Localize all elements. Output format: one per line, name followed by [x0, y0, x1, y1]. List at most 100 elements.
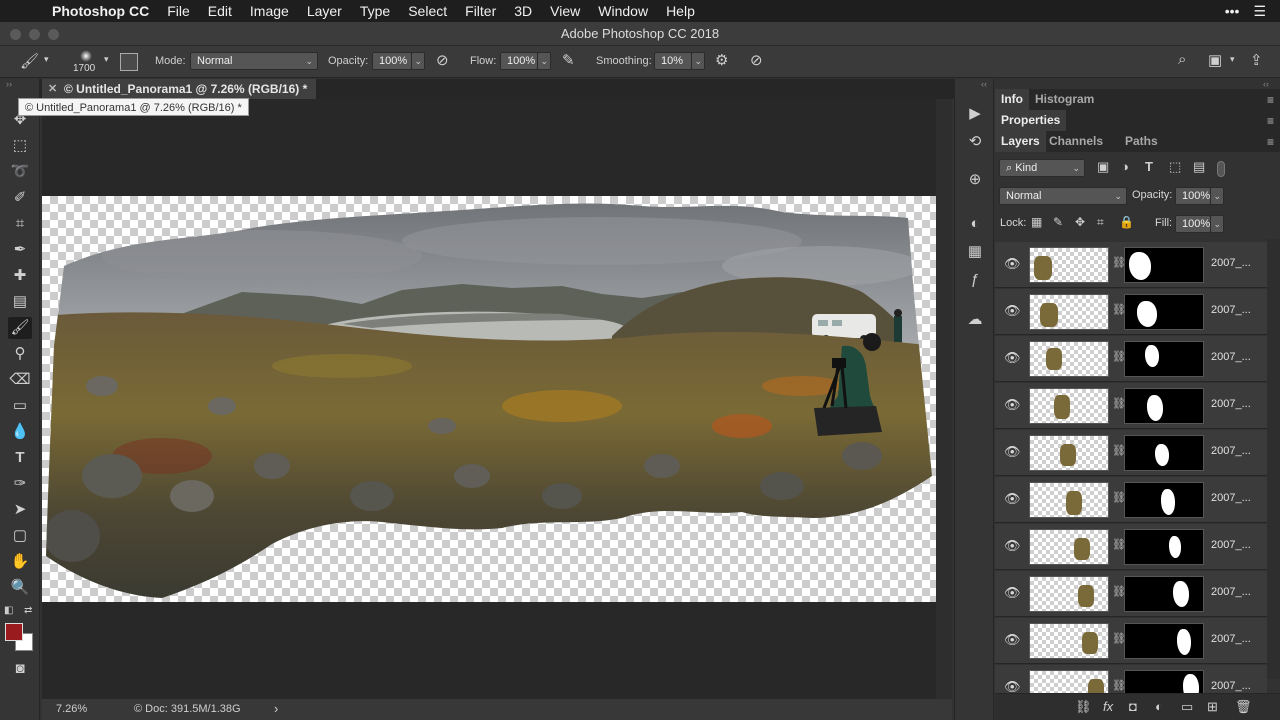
doc-size-info[interactable]: © Doc: 391.5M/1.38G	[134, 703, 241, 715]
opacity-input[interactable]: 100%	[372, 52, 412, 70]
visibility-eye-icon[interactable]: 👁	[1004, 397, 1021, 413]
layer-thumbnail[interactable]	[1029, 388, 1109, 424]
adjustment-layer-icon[interactable]: ◐	[1155, 699, 1163, 714]
smoothing-dropdown[interactable]: ⌄	[691, 52, 705, 70]
panel-menu-icon[interactable]: ≡	[1267, 135, 1274, 149]
airbrush-icon[interactable]: ✎	[562, 51, 575, 69]
quick-selection-tool-icon[interactable]: ✐	[8, 187, 32, 209]
layer-thumbnail[interactable]	[1029, 623, 1109, 659]
layer-blend-mode-select[interactable]: Normal ⌄	[999, 187, 1127, 205]
add-mask-icon[interactable]: ◘	[1129, 699, 1137, 714]
rectangle-tool-icon[interactable]: ▢	[8, 525, 32, 547]
color-icon[interactable]: ◐	[964, 213, 986, 235]
layer-name[interactable]: 2007_...	[1211, 586, 1251, 598]
flow-dropdown[interactable]: ⌄	[537, 52, 551, 70]
swap-colors-icon[interactable]: ⇄	[24, 605, 32, 616]
menu-help[interactable]: Help	[657, 3, 704, 19]
visibility-eye-icon[interactable]: 👁	[1004, 350, 1021, 366]
type-tool-icon[interactable]: T	[8, 447, 32, 469]
flow-input[interactable]: 100%	[500, 52, 538, 70]
menu-view[interactable]: View	[541, 3, 589, 19]
filter-toggle[interactable]	[1217, 161, 1225, 177]
visibility-eye-icon[interactable]: 👁	[1004, 303, 1021, 319]
collapse-dock-icon[interactable]: ‹‹	[981, 79, 987, 89]
link-layers-icon[interactable]: ⛓	[1075, 699, 1092, 715]
hand-tool-icon[interactable]: ✋	[8, 551, 32, 573]
lock-transparency-icon[interactable]: ▦	[1031, 215, 1042, 229]
document-canvas[interactable]	[42, 196, 936, 602]
layer-name[interactable]: 2007_...	[1211, 633, 1251, 645]
layer-row[interactable]: 👁 ⛓ 2007_...	[995, 477, 1267, 523]
healing-brush-tool-icon[interactable]: ✚	[8, 265, 32, 287]
collapse-panels-icon[interactable]: ‹‹	[1263, 79, 1269, 89]
layer-thumbnail[interactable]	[1029, 247, 1109, 283]
menu-window[interactable]: Window	[589, 3, 657, 19]
zoom-tool-icon[interactable]: 🔍	[8, 577, 32, 599]
layer-mask-thumbnail[interactable]	[1124, 623, 1204, 659]
menu-layer[interactable]: Layer	[298, 3, 351, 19]
layer-name[interactable]: 2007_...	[1211, 445, 1251, 457]
new-layer-icon[interactable]: ⊞	[1207, 699, 1218, 715]
path-selection-tool-icon[interactable]: ➤	[8, 499, 32, 521]
visibility-eye-icon[interactable]: 👁	[1004, 538, 1021, 554]
layer-mask-thumbnail[interactable]	[1124, 529, 1204, 565]
styles-icon[interactable]: ƒ	[964, 269, 986, 291]
lock-all-icon[interactable]: 🔒	[1119, 215, 1134, 229]
list-icon[interactable]: ☰	[1253, 3, 1266, 20]
pen-tool-icon[interactable]: ✑	[8, 473, 32, 495]
layer-row[interactable]: 👁 ⛓ 2007_...	[995, 289, 1267, 335]
layers-list[interactable]: 👁 ⛓ 2007_... 👁 ⛓ 2007_... 👁 ⛓ 2007_... 👁 ⛓ 2007_...…	[995, 242, 1267, 693]
tab-properties[interactable]: Properties	[995, 110, 1067, 131]
gradient-tool-icon[interactable]: ▭	[8, 395, 32, 417]
zoom-window-button[interactable]	[48, 29, 59, 40]
visibility-eye-icon[interactable]: 👁	[1004, 256, 1021, 272]
search-icon[interactable]: ⌕	[1178, 51, 1186, 68]
mode-select[interactable]: Normal ⌄	[190, 52, 318, 70]
layer-mask-thumbnail[interactable]	[1124, 576, 1204, 612]
menu-file[interactable]: File	[158, 3, 199, 19]
layer-mask-thumbnail[interactable]	[1124, 294, 1204, 330]
pressure-size-icon[interactable]: ⊘	[750, 51, 763, 69]
foreground-color-swatch[interactable]	[5, 623, 23, 641]
share-icon[interactable]: ⇪	[1250, 51, 1263, 69]
minimize-window-button[interactable]	[29, 29, 40, 40]
crop-tool-icon[interactable]: ⌗	[8, 213, 32, 235]
layer-row[interactable]: 👁 ⛓ 2007_...	[995, 618, 1267, 664]
brush-settings-icon[interactable]	[120, 53, 138, 71]
lasso-tool-icon[interactable]: ➰	[8, 161, 32, 183]
menu-3d[interactable]: 3D	[505, 3, 541, 19]
menu-type[interactable]: Type	[351, 3, 399, 19]
layer-mask-thumbnail[interactable]	[1124, 341, 1204, 377]
menu-app[interactable]: Photoshop CC	[38, 3, 158, 19]
chevron-right-icon[interactable]: ›	[274, 701, 278, 716]
layer-row[interactable]: 👁 ⛓ 2007_...	[995, 665, 1267, 693]
canvas-area[interactable]	[42, 99, 936, 699]
layer-mask-thumbnail[interactable]	[1124, 435, 1204, 471]
panel-menu-icon[interactable]: ≡	[1267, 114, 1274, 128]
layer-filter-select[interactable]: ⌕ Kind ⌄	[999, 159, 1085, 177]
libraries-icon[interactable]: ☁	[964, 309, 986, 331]
pressure-opacity-icon[interactable]: ⊘	[436, 51, 449, 69]
menu-edit[interactable]: Edit	[199, 3, 241, 19]
layer-thumbnail[interactable]	[1029, 482, 1109, 518]
layer-mask-thumbnail[interactable]	[1124, 247, 1204, 283]
eyedropper-tool-icon[interactable]: ✒	[8, 239, 32, 261]
lock-pixels-icon[interactable]: ✎	[1053, 215, 1063, 229]
layer-row[interactable]: 👁 ⛓ 2007_...	[995, 524, 1267, 570]
layer-name[interactable]: 2007_...	[1211, 398, 1251, 410]
visibility-eye-icon[interactable]: 👁	[1004, 444, 1021, 460]
brush-dropdown-icon[interactable]: ▾	[104, 54, 109, 65]
lock-artboard-icon[interactable]: ⌗	[1097, 215, 1104, 230]
adjustment-filter-icon[interactable]: ◑	[1121, 159, 1129, 174]
fill-input[interactable]: 100%	[1175, 215, 1211, 233]
tab-histogram[interactable]: Histogram	[1029, 89, 1100, 110]
layers-scrollbar[interactable]	[1267, 239, 1280, 679]
new-group-icon[interactable]: ▭	[1181, 699, 1193, 715]
menu-filter[interactable]: Filter	[456, 3, 505, 19]
menu-select[interactable]: Select	[399, 3, 456, 19]
fill-dropdown[interactable]: ⌄	[1210, 215, 1224, 233]
visibility-eye-icon[interactable]: 👁	[1004, 585, 1021, 601]
layer-thumbnail[interactable]	[1029, 435, 1109, 471]
panel-menu-icon[interactable]: ≡	[1267, 93, 1274, 107]
blur-tool-icon[interactable]: 💧	[8, 421, 32, 443]
